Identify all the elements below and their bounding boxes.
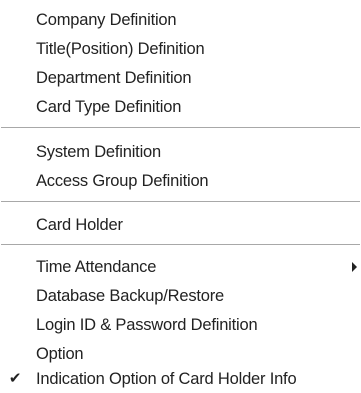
menu-separator [1, 201, 360, 203]
menu-item-label: Time Attendance [36, 258, 157, 276]
menu-item-label: Option [36, 345, 84, 363]
menu-item-title-position-definition[interactable]: Title(Position) Definition [0, 35, 361, 63]
checkmark-icon: ✔ [8, 370, 22, 387]
menu-item-system-definition[interactable]: System Definition [0, 138, 361, 166]
menu-item-indication-option-of-card-holder-info[interactable]: ✔ Indication Option of Card Holder Info [0, 365, 361, 393]
submenu-arrow-icon [352, 262, 357, 272]
menu-item-label: Indication Option of Card Holder Info [36, 370, 297, 388]
menu-item-label: Company Definition [36, 11, 177, 29]
menu-item-label: Department Definition [36, 69, 192, 87]
menu-item-label: Database Backup/Restore [36, 287, 225, 305]
menu-item-label: Access Group Definition [36, 172, 209, 190]
menu-item-option[interactable]: Option [0, 340, 361, 368]
menu-item-label: Card Type Definition [36, 98, 182, 116]
menu-item-label: Login ID & Password Definition [36, 316, 258, 334]
menu-item-label: Title(Position) Definition [36, 40, 205, 58]
menu-item-login-id-password-definition[interactable]: Login ID & Password Definition [0, 311, 361, 339]
menu-item-time-attendance[interactable]: Time Attendance [0, 253, 361, 281]
menu-item-label: System Definition [36, 143, 161, 161]
menu-item-card-holder[interactable]: Card Holder [0, 211, 361, 239]
menu-item-database-backup-restore[interactable]: Database Backup/Restore [0, 282, 361, 310]
menu-item-access-group-definition[interactable]: Access Group Definition [0, 167, 361, 195]
menu-item-card-type-definition[interactable]: Card Type Definition [0, 93, 361, 121]
menu-item-department-definition[interactable]: Department Definition [0, 64, 361, 92]
menu-item-company-definition[interactable]: Company Definition [0, 6, 361, 34]
menu-separator [1, 244, 360, 246]
menu-item-label: Card Holder [36, 216, 123, 234]
context-menu: Company Definition Title(Position) Defin… [0, 0, 361, 390]
menu-separator [1, 127, 360, 129]
